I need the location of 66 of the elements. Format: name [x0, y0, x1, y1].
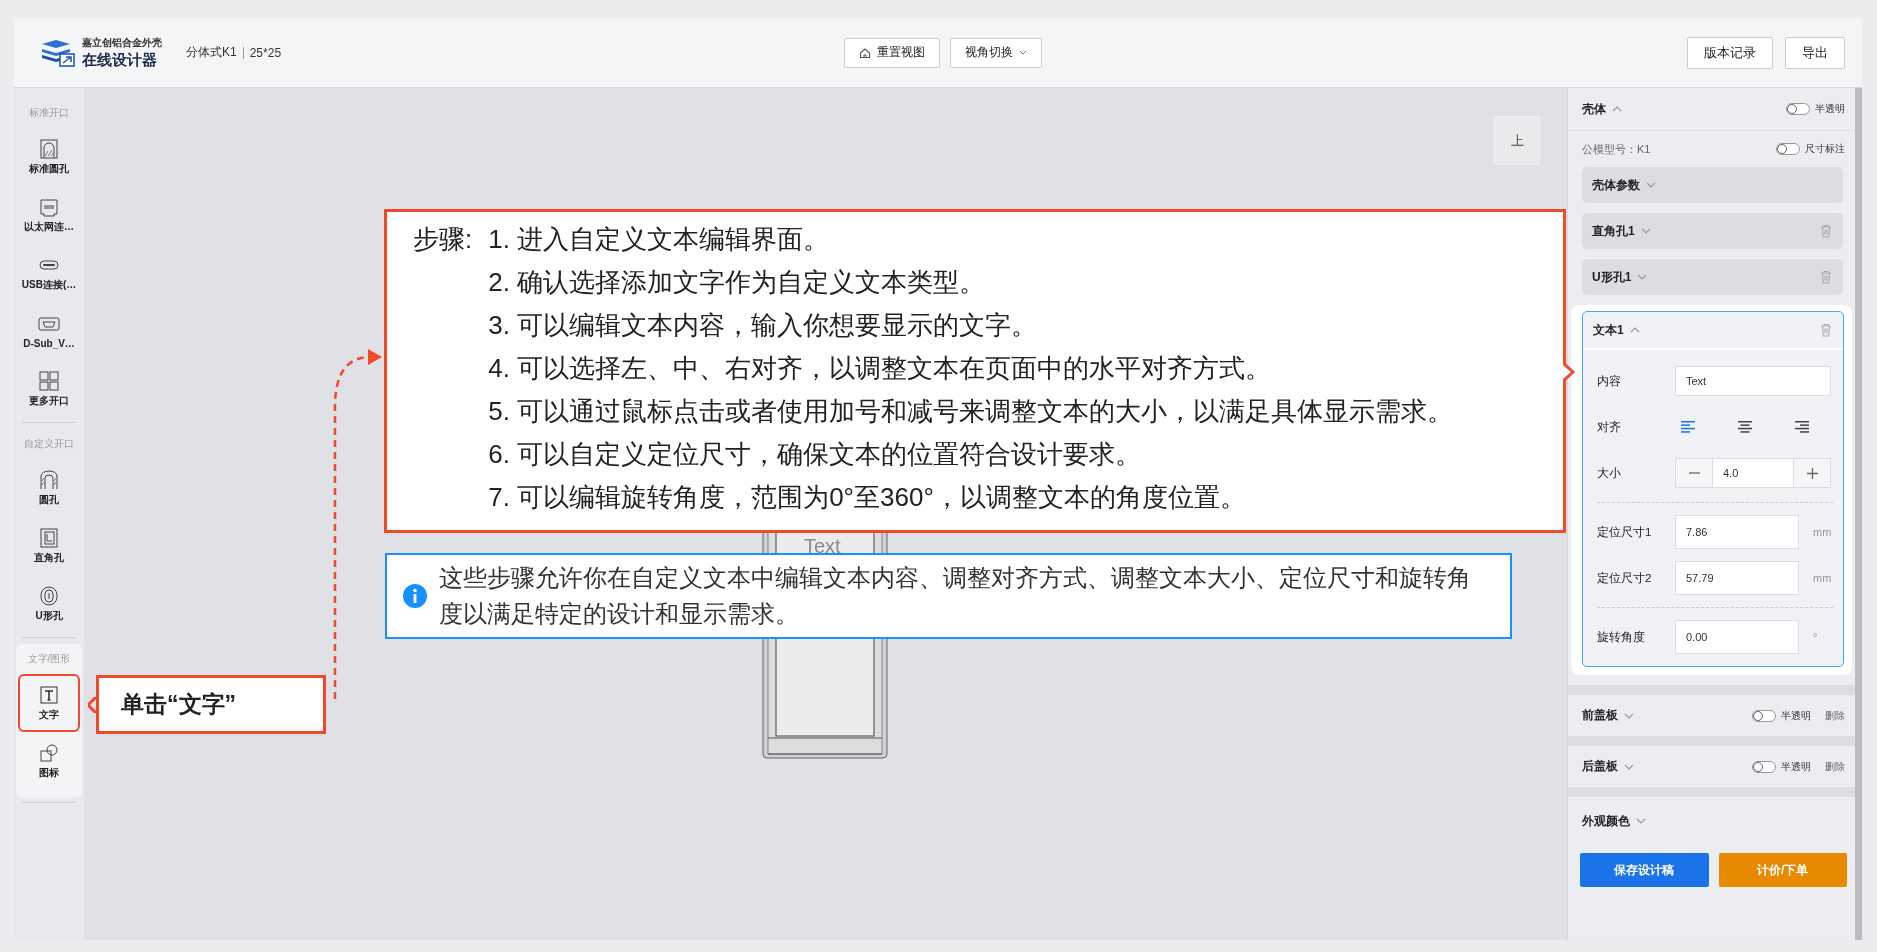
sidebar-item[interactable]: D-Sub_V… — [18, 302, 80, 360]
section-title: 后盖板 — [1582, 758, 1618, 775]
save-design-button[interactable]: 保存设计稿 — [1580, 853, 1709, 887]
version-history-button[interactable]: 版本记录 — [1687, 36, 1773, 69]
section-title: 壳体 — [1582, 100, 1606, 118]
unit-label: ° — [1813, 631, 1818, 643]
logo-title: 在线设计器 — [82, 51, 158, 68]
collapsed-section[interactable]: 直角孔1 — [1582, 213, 1843, 249]
section-title: U形孔1 — [1592, 268, 1632, 286]
group-title: 文字/图形 — [26, 652, 72, 666]
sidebar-item[interactable]: 标准圆孔 — [18, 128, 80, 186]
click-hint-callout: 单击“文字” — [96, 675, 326, 734]
sidebar-item[interactable]: 圆孔 — [18, 459, 80, 517]
sidebar-item[interactable]: 直角孔 — [18, 517, 80, 575]
section-title: 文本1 — [1593, 321, 1624, 339]
field-label: 内容 — [1597, 373, 1622, 389]
view-cube[interactable]: 上 — [1494, 116, 1540, 165]
sidebar-item[interactable]: 以太网连… — [18, 186, 80, 244]
export-button[interactable]: 导出 — [1785, 36, 1845, 69]
unit-label: mm — [1813, 572, 1832, 584]
step-text: 4. 可以选择左、中、右对齐，以调整文本在页面中的水平对齐方式。 — [487, 352, 1273, 385]
step-text: 7. 可以编辑旋转角度，范围为0°至360°，以调整文本的角度位置。 — [487, 481, 1247, 514]
section-title: 壳体参数 — [1592, 176, 1640, 194]
model-number: 公模型号：K1 — [1582, 141, 1651, 157]
delete-link[interactable]: 删除 — [1825, 708, 1845, 723]
toggle-label: 半透明 — [1815, 102, 1845, 116]
field-label: 大小 — [1597, 465, 1622, 481]
step-text: 2. 确认选择添加文字作为自定义文本类型。 — [487, 266, 987, 299]
sidebar-item[interactable]: 更多开口 — [18, 360, 80, 418]
position-field[interactable]: 7.86 — [1675, 515, 1799, 549]
group-title: 标准开口 — [28, 106, 70, 120]
collapsed-section[interactable]: U形孔1 — [1582, 259, 1843, 295]
note-text: 这些步骤允许你在自定义文本中编辑文本内容、调整对齐方式、调整文本大小、定位尺寸和旋转角度以满足特定的设计和显示需求。 — [439, 563, 1472, 629]
reset-view-button[interactable]: 重置视图 — [843, 37, 940, 68]
field-label: 定位尺寸2 — [1597, 570, 1653, 586]
unit-label: mm — [1813, 526, 1832, 538]
model-name: 分体式K1 — [186, 44, 237, 61]
toggle-label: 尺寸标注 — [1805, 142, 1845, 156]
text-content-field[interactable]: Text — [1675, 366, 1831, 396]
step-text: 5. 可以通过鼠标点击或者使用加号和减号来调整文本的大小，以满足具体显示需求。 — [487, 395, 1455, 428]
model-size: 25*25 — [249, 45, 282, 60]
field-label: 定位尺寸1 — [1597, 524, 1653, 540]
section-title: 直角孔1 — [1592, 222, 1635, 240]
step-text: 1. 进入自定义文本编辑界面。 — [487, 223, 831, 256]
group-title: 自定义开口 — [23, 437, 75, 451]
step-text: 6. 可以自定义定位尺寸，确保文本的位置符合设计要求。 — [487, 438, 1143, 471]
toggle-label: 半透明 — [1781, 708, 1811, 723]
position-field[interactable]: 57.79 — [1675, 561, 1799, 595]
sidebar-item[interactable]: 图标 — [18, 732, 80, 790]
rotation-field[interactable]: 0.00 — [1675, 620, 1799, 654]
delete-link[interactable]: 删除 — [1825, 759, 1845, 774]
collapsed-section[interactable]: 壳体参数 — [1582, 167, 1843, 203]
preview-text: Text — [804, 536, 841, 556]
size-stepper[interactable]: 4.0 — [1675, 458, 1831, 488]
steps-label: 步骤: — [413, 223, 473, 256]
field-label: 旋转角度 — [1597, 629, 1646, 645]
step-text: 3. 可以编辑文本内容，输入你想要显示的文字。 — [487, 309, 1039, 342]
field-label: 对齐 — [1597, 419, 1622, 435]
sidebar-item[interactable]: USB连接(… — [18, 244, 80, 302]
view-switch-dropdown[interactable]: 视角切换 — [949, 37, 1042, 68]
logo-subtitle: 嘉立创铝合金外壳 — [82, 37, 162, 49]
section-title: 外观颜色 — [1582, 812, 1630, 830]
toggle-label: 半透明 — [1781, 759, 1811, 774]
sidebar-item[interactable]: U形孔 — [18, 575, 80, 633]
section-title: 前盖板 — [1582, 707, 1618, 724]
sidebar-item[interactable]: 文字 — [18, 674, 80, 732]
